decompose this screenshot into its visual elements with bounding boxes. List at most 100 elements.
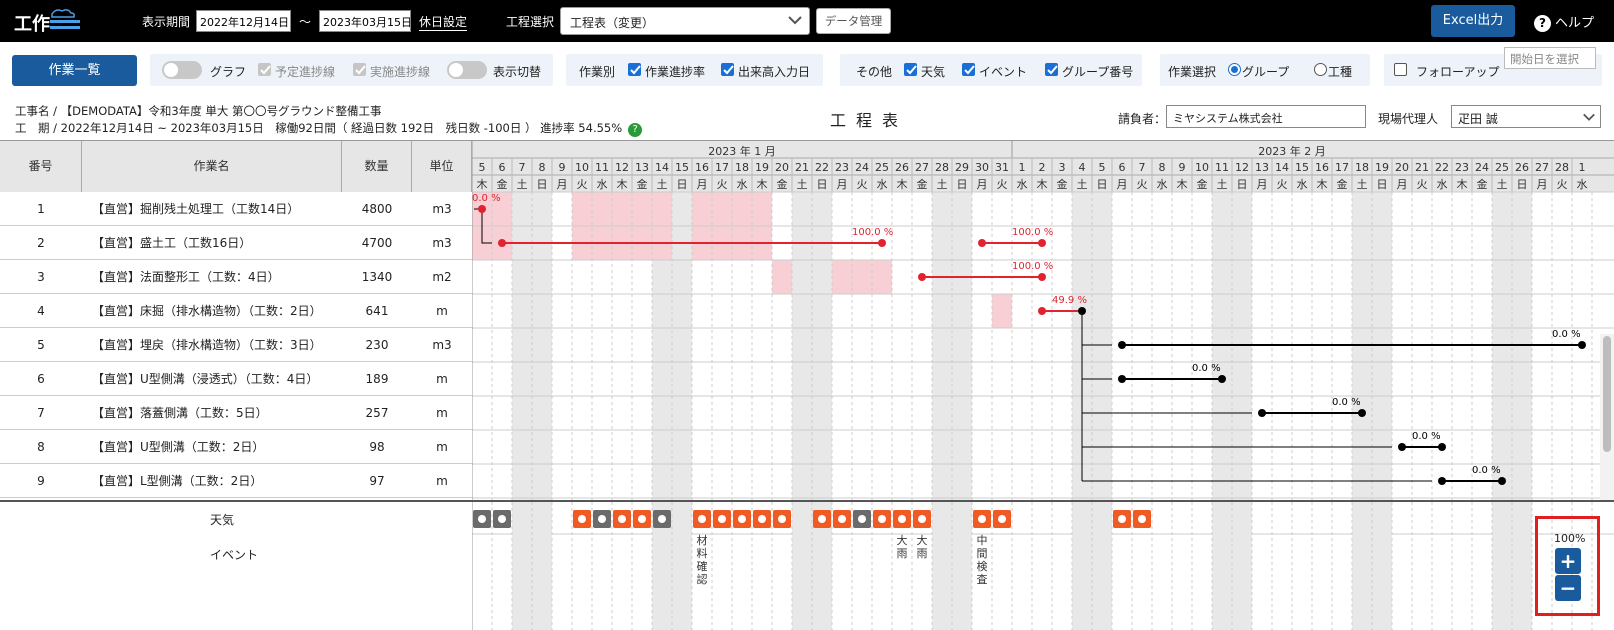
day-label: 9 [559,161,566,174]
work-type-radio[interactable] [1314,63,1327,76]
process-select[interactable]: 工程表（変更） [560,7,810,35]
event-char: 料 [697,546,708,560]
table-row[interactable]: 9 【直営】L型側溝（工数：2日） 97 m [0,464,472,498]
table-row[interactable]: 3 【直営】法面整形工（工数：4日） 1340 m2 [0,260,472,294]
sun-icon [718,515,726,523]
table-row[interactable]: 1 【直営】掘削残土処理工（工数14日） 4800 m3 [0,192,472,226]
vertical-scrollbar[interactable] [1600,334,1614,502]
scrollbar-thumb[interactable] [1603,336,1611,452]
progress-label: 100.0 % [1012,227,1053,238]
display-toggle[interactable] [447,61,487,79]
output-date-checkbox[interactable] [721,63,734,76]
weekday-label: 木 [757,178,768,191]
weather-checkbox[interactable] [904,63,917,76]
weekday-label: 土 [657,178,668,191]
table-row[interactable]: 8 【直営】U型側溝（工数：2日） 98 m [0,430,472,464]
sun-icon [578,515,586,523]
day-label: 4 [1079,161,1086,174]
table-row[interactable]: 6 【直営】U型側溝（浸透式）（工数：4日） 189 m [0,362,472,396]
event-char: 大 [897,533,908,547]
day-label: 3 [1059,161,1066,174]
event-char: 中 [977,534,988,547]
end-date-input[interactable]: 2023年03月15日 [319,10,411,32]
day-label: 24 [855,161,869,174]
table-row[interactable]: 2 【直営】盛土工（工数16日） 4700 m3 [0,226,472,260]
data-management-button[interactable]: データ管理 [816,8,891,34]
weekend-column [1092,192,1112,502]
weekend-column [512,502,532,630]
cell-unit: m3 [432,202,452,216]
page-title: 工程表 [830,111,909,130]
contractor-field[interactable]: ミヤシステム株式会社 [1166,105,1366,128]
project-period-text: 工 期 / 2022年12月14日 ~ 2023年03月15日 稼働92日間（ … [15,121,623,135]
agent-select[interactable]: 疋田 誠 [1451,105,1601,128]
weekday-label: 木 [1177,178,1188,191]
weekday-label: 水 [1297,178,1308,191]
progress-start-dot [478,205,486,213]
cell-no: 6 [37,372,45,386]
weekday-label: 火 [1417,178,1428,191]
sun-icon [618,515,626,523]
event-checkbox[interactable] [962,63,975,76]
progress-label: 0.0 % [1412,431,1441,442]
weekday-label: 水 [1577,178,1588,191]
event-char: 材 [697,533,708,547]
weekday-label: 水 [597,178,608,191]
agent-value: 疋田 誠 [1458,112,1498,126]
sun-icon [778,515,786,523]
zoom-out-button[interactable]: − [1555,575,1581,601]
header-qty: 数量 [342,141,412,192]
cell-name: 【直営】落蓋側溝（工数：5日） [92,406,268,420]
help-button[interactable]: ? ヘルプ [1534,12,1594,32]
month-label: 2023 年 1 月 [708,144,775,158]
weather-event-panel: 天気 イベント 材料確認 大雨大雨 中間検査 [0,500,1614,630]
cell-unit: m [436,304,448,318]
holiday-setting-link[interactable]: 休日設定 [419,13,468,31]
work-list-button[interactable]: 作業一覧 [12,55,137,86]
other-group: その他 天気 イベント グループ番号 [840,54,1142,86]
table-row[interactable]: 4 【直営】床掘（排水構造物）（工数：2日） 641 m [0,294,472,328]
weekday-label: 木 [1457,178,1468,191]
table-row[interactable]: 5 【直営】埋戻（排水構造物）（工数：3日） 230 m3 [0,328,472,362]
actual-line-checkbox[interactable] [353,63,366,76]
weekday-label: 土 [1497,178,1508,191]
start-date-input[interactable]: 2022年12月14日 [196,10,291,32]
follow-up-start-date-input[interactable]: 開始日を選択 [1504,47,1596,69]
progress-start-dot [1258,409,1266,417]
follow-up-checkbox[interactable] [1394,63,1407,76]
other-label: その他 [856,65,893,79]
event-char: 確 [697,559,708,573]
cell-no: 1 [37,202,45,216]
sun-icon [898,515,906,523]
weekday-label: 日 [1517,178,1528,191]
day-label: 15 [1295,161,1309,174]
day-label: 26 [1515,161,1529,174]
cell-name: 【直営】盛土工（工数16日） [92,236,252,250]
day-label: 12 [615,161,629,174]
event-char: 検 [977,559,988,573]
group-radio[interactable] [1228,63,1241,76]
planned-cell [752,192,772,226]
excel-export-button[interactable]: Excel出力 [1431,5,1515,37]
day-label: 18 [735,161,749,174]
event-row-label: イベント [210,548,259,562]
weekend-column [952,502,972,630]
weekday-label: 水 [1437,178,1448,191]
day-label: 13 [1255,161,1269,174]
weekday-label: 火 [1557,178,1568,191]
sun-icon [738,515,746,523]
planned-cell [592,192,612,226]
day-label: 27 [915,161,929,174]
planned-cell [772,260,792,294]
planned-line-checkbox[interactable] [258,63,271,76]
zoom-in-button[interactable]: + [1555,548,1581,574]
help-circle-icon[interactable]: ? [628,123,643,137]
group-no-checkbox[interactable] [1045,63,1058,76]
weekend-column [812,192,832,502]
progress-end-dot [1438,443,1446,451]
day-label: 22 [815,161,829,174]
work-progress-checkbox[interactable] [628,63,641,76]
graph-toggle[interactable] [162,61,202,79]
table-row[interactable]: 7 【直営】落蓋側溝（工数：5日） 257 m [0,396,472,430]
weekend-column [1372,192,1392,502]
